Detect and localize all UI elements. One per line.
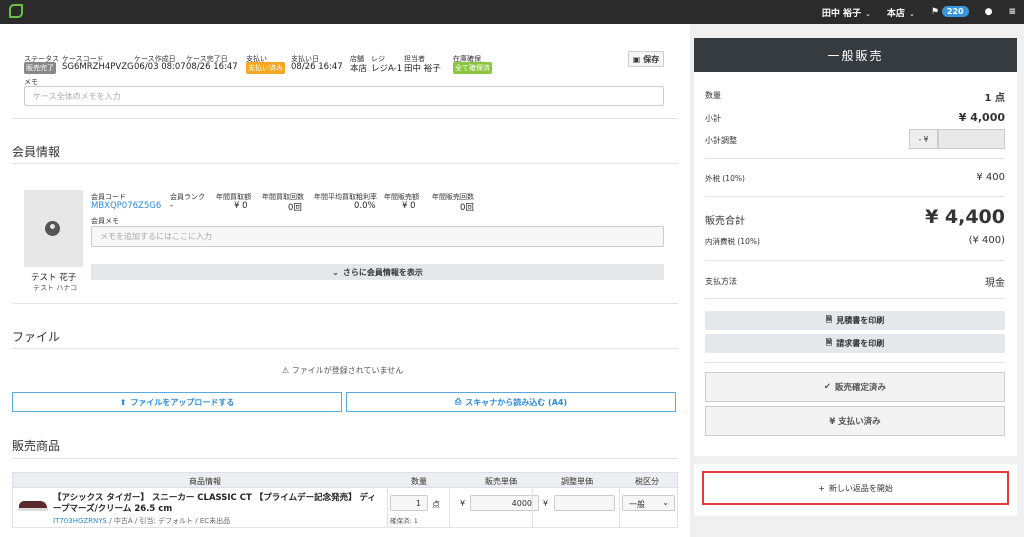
status-badge: 販売完了 [24,62,56,74]
payment-badge: 支払い済み [246,62,285,74]
printer-icon: ⎙ [454,397,462,406]
avg-rate: 0.0% [354,201,376,211]
avatar [24,190,83,267]
files-empty-message: ⚠ ファイルが登録されていません [282,366,404,375]
print-invoice-button[interactable]: 🗎 請求書を印刷 [705,334,1005,353]
table-row[interactable]: 【アシックス タイガー】 スニーカー CLASSIC CT 【プライムデー記念発… [12,488,678,528]
reserved-count: 確保済: 1 [390,517,418,525]
rank-value: - [170,201,174,211]
chat-icon[interactable]: ● [985,7,993,17]
product-name: 【アシックス タイガー】 スニーカー CLASSIC CT 【プライムデー記念発… [53,493,376,514]
products-table-header: 商品情報 数量 販売単価 調整単価 税区分 [12,472,678,488]
sale-confirmed-button[interactable]: ✔ 販売確定済み [705,372,1005,402]
plus-icon: + [818,483,825,493]
document-icon: 🗎 [825,337,833,347]
member-heading: 会員情報 [12,145,61,159]
member-code-link[interactable]: MBXQP076Z5G6 [91,201,161,211]
created-date: 06/03 08:07 [134,62,186,72]
tax-select[interactable]: 一般 ⌄ [622,495,675,511]
case-code: SG6MRZH4PVZG [62,62,134,72]
sale-count: 0回 [460,203,474,213]
register-value: レジA-1 [371,64,403,74]
subtotal-label: 小計 [705,114,721,123]
qty-unit: 点 [432,500,440,509]
completed-date: 08/26 16:47 [186,62,238,72]
buy-count: 0回 [288,203,302,213]
tax-int-label: 内消費税 (10%) [705,237,760,246]
print-estimate-button[interactable]: 🗎 見積書を印刷 [705,311,1005,330]
subtotal-value: ¥ 4,000 [958,111,1005,124]
store-value: 本店 [350,64,368,74]
col-product-info: 商品情報 [189,477,221,486]
paid-button[interactable]: ¥ 支払い済み [705,406,1005,436]
top-nav: 田中 裕子 ⌄ 本店 ⌄ ⚑ 220 ● ≡ [822,0,1016,24]
subtotal-adjust-input[interactable] [938,129,1005,149]
files-heading: ファイル [12,330,61,344]
chevron-down-icon: ⌄ [662,498,669,507]
staff-value: 田中 裕子 [404,64,441,74]
upload-icon: ⬆ [119,397,127,407]
warning-icon: ⚠ [282,366,290,375]
total-value: ¥ 4,400 [925,206,1005,228]
document-icon: 🗎 [825,314,833,324]
upload-file-button[interactable]: ⬆ ファイルをアップロードする [12,392,342,412]
qty-value: 1 点 [984,93,1005,104]
tax-ext-value: ¥ 400 [976,172,1005,183]
qty-label: 数量 [705,91,721,100]
col-adjusted-price: 調整単価 [561,477,593,486]
app-logo-icon[interactable] [9,4,23,18]
store-menu[interactable]: 本店 ⌄ [887,6,915,19]
save-icon: ▣ [632,54,641,64]
stock-badge: 全て確保済 [453,62,492,74]
member-memo-input[interactable]: メモを追加するにはここに入力 [91,226,664,247]
case-memo-input[interactable]: ケース全体のメモを入力 [24,86,664,106]
total-label: 販売合計 [705,216,745,227]
summary-title: 一般販売 [694,38,1017,72]
paid-date: 08/26 16:47 [291,62,343,72]
quantity-input[interactable]: 1 [390,495,428,511]
sales-summary-panel: 一般販売 数量 1 点 小計 ¥ 4,000 小計調整 - ¥ 外税 (10%)… [694,38,1017,516]
payment-method-value: 現金 [985,278,1005,289]
member-memo-label: 会員メモ [91,217,119,225]
top-bar: 田中 裕子 ⌄ 本店 ⌄ ⚑ 220 ● ≡ [0,0,1024,24]
show-more-member-button[interactable]: ⌄ さらに会員情報を表示 [91,264,664,280]
adjust-label: 小計調整 [705,136,737,145]
member-name: テスト 花子 [31,273,77,283]
adjust-prefix: - ¥ [909,129,938,149]
user-menu[interactable]: 田中 裕子 ⌄ [822,6,871,19]
sale-amount: ¥ 0 [402,201,416,211]
flag-icon: ⚑ [930,7,939,17]
product-meta: / 中古A / 引当: デフォルト / EC未出品 [107,517,231,525]
buy-amount: ¥ 0 [234,201,248,211]
rank-label: 会員ランク [170,193,205,201]
col-price: 販売単価 [485,477,517,486]
new-return-button[interactable]: + 新しい返品を開始 [705,474,1006,502]
adjusted-price-input[interactable] [554,495,615,511]
chevron-down-icon: ⌄ [332,267,339,277]
chevron-down-icon: ⌄ [908,9,915,18]
products-heading: 販売商品 [12,439,61,453]
price-yen: ¥ [460,499,466,508]
sale-price-input[interactable]: 4000 [470,495,539,511]
adjust-yen: ¥ [543,499,549,508]
tax-int-value: (¥ 400) [968,235,1005,246]
user-icon [45,221,60,236]
check-icon: ✔ [823,382,832,392]
tax-ext-label: 外税 (10%) [705,174,745,183]
scan-button[interactable]: ⎙ スキャナから読み込む (A4) [346,392,676,412]
notification-badge: 220 [941,6,969,17]
shoe-thumbnail [17,498,49,512]
case-detail-panel: ステータス 販売完了 ケースコード SG6MRZH4PVZG ケース作成日 06… [0,24,690,537]
notifications-button[interactable]: ⚑ 220 [930,6,969,17]
member-kana: テスト ハナコ [33,284,78,292]
chevron-down-icon: ⌄ [865,9,871,18]
product-code-link[interactable]: IT703HGZRNYS [53,517,107,525]
col-tax: 税区分 [635,477,659,486]
payment-method-label: 支払方法 [705,277,737,286]
col-qty: 数量 [411,477,427,486]
save-button[interactable]: ▣ 保存 [628,51,664,67]
menu-icon[interactable]: ≡ [1008,7,1016,17]
